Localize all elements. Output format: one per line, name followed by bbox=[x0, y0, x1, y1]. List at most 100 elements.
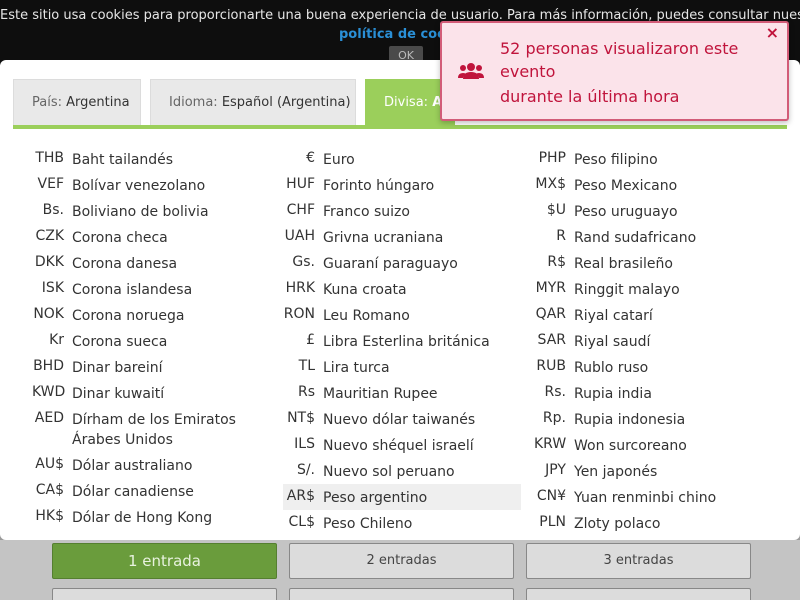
currency-symbol: $U bbox=[546, 202, 566, 218]
currency-symbol: Rs bbox=[297, 384, 315, 400]
currency-symbol: CN¥ bbox=[536, 488, 566, 504]
currency-name: Corona noruega bbox=[72, 308, 185, 324]
currency-name: Peso Mexicano bbox=[574, 178, 678, 194]
currency-option[interactable]: Rp. Rupia indonesia bbox=[534, 406, 772, 432]
tab-language-value: Español (Argentina) bbox=[221, 95, 351, 110]
currency-option[interactable]: PLN Zloty polaco bbox=[534, 510, 772, 536]
currency-option[interactable]: TL Lira turca bbox=[283, 354, 521, 380]
ticket-button-2[interactable]: 2 entradas bbox=[289, 543, 514, 579]
currency-name: Yen japonés bbox=[574, 464, 658, 480]
currency-option[interactable]: Rs. Rupia india bbox=[534, 380, 772, 406]
currency-option[interactable]: RUB Rublo ruso bbox=[534, 354, 772, 380]
currency-option[interactable]: NT$ Nuevo dólar taiwanés bbox=[283, 406, 521, 432]
currency-option[interactable]: $U Peso uruguayo bbox=[534, 198, 772, 224]
currency-option[interactable]: QAR Riyal catarí bbox=[534, 302, 772, 328]
currency-option[interactable]: R Rand sudafricano bbox=[534, 224, 772, 250]
currency-symbol: KWD bbox=[32, 384, 66, 400]
currency-option[interactable]: JPY Yen japonés bbox=[534, 458, 772, 484]
currency-symbol: AR$ bbox=[286, 488, 315, 504]
currency-option[interactable]: KWD Dinar kuwaití bbox=[32, 380, 270, 406]
ticket-button-4[interactable] bbox=[52, 588, 277, 600]
currency-name: Yuan renminbi chino bbox=[574, 490, 717, 506]
ticket-button-6[interactable] bbox=[526, 588, 751, 600]
currency-option[interactable]: NOK Corona noruega bbox=[32, 302, 270, 328]
users-icon bbox=[458, 63, 484, 79]
currency-name: Boliviano de bolivia bbox=[72, 204, 209, 220]
currency-option[interactable]: SAR Riyal saudí bbox=[534, 328, 772, 354]
tab-language[interactable]: Idioma: Español (Argentina) bbox=[150, 79, 356, 125]
currency-option[interactable]: Kr Corona sueca bbox=[32, 328, 270, 354]
close-icon[interactable]: × bbox=[766, 23, 779, 42]
currency-symbol: CL$ bbox=[288, 514, 315, 530]
currency-symbol: RON bbox=[283, 306, 315, 322]
ticket-button-5[interactable] bbox=[289, 588, 514, 600]
currency-option[interactable]: CA$ Dólar canadiense bbox=[32, 478, 270, 504]
currency-option[interactable]: PHP Peso filipino bbox=[534, 146, 772, 172]
tab-country-value: Argentina bbox=[66, 95, 130, 110]
currency-name: Baht tailandés bbox=[72, 152, 174, 168]
currency-option[interactable]: RON Leu Romano bbox=[283, 302, 521, 328]
currency-name: Dinar bareiní bbox=[72, 360, 163, 376]
currency-option[interactable]: CZK Corona checa bbox=[32, 224, 270, 250]
currency-symbol: HRK bbox=[285, 280, 315, 296]
currency-name: Nuevo dólar taiwanés bbox=[323, 412, 476, 428]
currency-name: Guaraní paraguayo bbox=[323, 256, 458, 272]
tab-underline bbox=[13, 125, 787, 129]
currency-option[interactable]: HK$ Dólar de Hong Kong bbox=[32, 504, 270, 530]
currency-option[interactable]: € Euro bbox=[283, 146, 521, 172]
currency-symbol: KRW bbox=[534, 436, 567, 452]
currency-name: Ringgit malayo bbox=[574, 282, 680, 298]
ticket-button-1[interactable]: 1 entrada bbox=[52, 543, 277, 579]
currency-symbol: Kr bbox=[49, 332, 64, 348]
currency-name: Corona checa bbox=[72, 230, 168, 246]
currency-name: Won surcoreano bbox=[574, 438, 687, 454]
currency-option[interactable]: DKK Corona danesa bbox=[32, 250, 270, 276]
currency-name: Rupia india bbox=[574, 386, 652, 402]
currency-option[interactable]: THB Baht tailandés bbox=[32, 146, 270, 172]
currency-option[interactable]: S/. Nuevo sol peruano bbox=[283, 458, 521, 484]
currency-option[interactable]: Gs. Guaraní paraguayo bbox=[283, 250, 521, 276]
currency-symbol: R$ bbox=[547, 254, 566, 270]
currency-name: Euro bbox=[323, 152, 355, 168]
currency-option[interactable]: R$ Real brasileño bbox=[534, 250, 772, 276]
currency-name: Dólar de Hong Kong bbox=[72, 510, 213, 526]
currency-name: Rublo ruso bbox=[574, 360, 649, 376]
currency-option[interactable]: UAH Grivna ucraniana bbox=[283, 224, 521, 250]
currency-name: Corona danesa bbox=[72, 256, 178, 272]
currency-name: Dinar kuwaití bbox=[72, 386, 165, 402]
currency-symbol: CA$ bbox=[35, 482, 64, 498]
currency-option[interactable]: AED Dírham de los Emiratos Árabes Unidos bbox=[32, 406, 270, 452]
currency-option[interactable]: HRK Kuna croata bbox=[283, 276, 521, 302]
currency-option[interactable]: HUF Forinto húngaro bbox=[283, 172, 521, 198]
notification-subtitle: durante la última hora bbox=[500, 87, 680, 106]
currency-option[interactable]: KRW Won surcoreano bbox=[534, 432, 772, 458]
currency-option[interactable]: ISK Corona islandesa bbox=[32, 276, 270, 302]
currency-option[interactable]: AU$ Dólar australiano bbox=[32, 452, 270, 478]
currency-option[interactable]: AR$ Peso argentino bbox=[283, 484, 521, 510]
currency-symbol: PLN bbox=[539, 514, 566, 530]
tab-language-label: Idioma: bbox=[169, 95, 218, 110]
currency-option[interactable]: CHF Franco suizo bbox=[283, 198, 521, 224]
currency-option[interactable]: Bs. Boliviano de bolivia bbox=[32, 198, 270, 224]
currency-name: Dólar canadiense bbox=[72, 484, 194, 500]
currency-option[interactable]: CL$ Peso Chileno bbox=[283, 510, 521, 536]
tab-country[interactable]: País: Argentina bbox=[13, 79, 141, 125]
currency-name: Kuna croata bbox=[323, 282, 407, 298]
currency-symbol: Gs. bbox=[292, 254, 315, 270]
currency-option[interactable]: Rs Mauritian Rupee bbox=[283, 380, 521, 406]
currency-option[interactable]: VEF Bolívar venezolano bbox=[32, 172, 270, 198]
currency-option[interactable]: BHD Dinar bareiní bbox=[32, 354, 270, 380]
currency-symbol: ISK bbox=[41, 280, 64, 296]
currency-option[interactable]: CN¥ Yuan renminbi chino bbox=[534, 484, 772, 510]
currency-option[interactable]: ILS Nuevo shéquel israelí bbox=[283, 432, 521, 458]
currency-symbol: Bs. bbox=[42, 202, 64, 218]
ticket-button-3[interactable]: 3 entradas bbox=[526, 543, 751, 579]
cookie-policy-link[interactable]: política de cook bbox=[339, 27, 455, 42]
currency-name: Riyal catarí bbox=[574, 308, 653, 324]
currency-name: Peso Chileno bbox=[323, 516, 413, 532]
currency-option[interactable]: MYR Ringgit malayo bbox=[534, 276, 772, 302]
currency-option[interactable]: £ Libra Esterlina británica bbox=[283, 328, 521, 354]
currency-option[interactable]: MX$ Peso Mexicano bbox=[534, 172, 772, 198]
currency-symbol: VEF bbox=[37, 176, 64, 192]
currency-symbol: ILS bbox=[294, 436, 315, 452]
